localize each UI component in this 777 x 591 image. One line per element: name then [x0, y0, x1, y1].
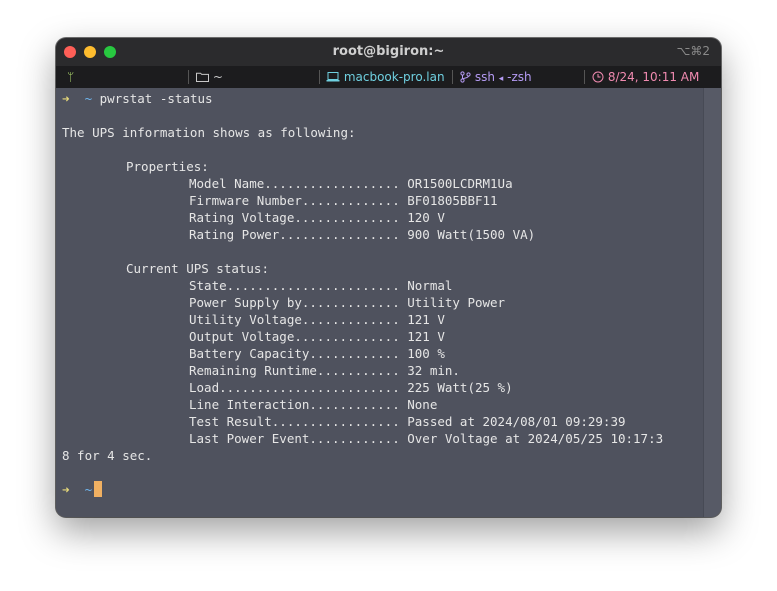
- status-label: Last Power Event............: [189, 431, 400, 446]
- status-dir-label: ~: [212, 70, 223, 84]
- prompt-dir: ~: [84, 482, 93, 497]
- property-value: OR1500LCDRM1Ua: [407, 176, 513, 191]
- folder-icon: [196, 72, 209, 82]
- property-value: BF01805BBF11: [407, 193, 498, 208]
- property-label: Rating Voltage..............: [189, 210, 400, 225]
- prompt-arrow-icon: ➜: [62, 91, 70, 106]
- status-value: 121 V: [407, 312, 445, 327]
- status-row: Load........................ 225 Watt(25…: [189, 379, 513, 396]
- laptop-icon: [326, 72, 340, 82]
- property-row: Rating Voltage.............. 120 V: [189, 209, 445, 226]
- status-label: State.......................: [189, 278, 400, 293]
- status-value: Normal: [407, 278, 453, 293]
- status-value: Over Voltage at 2024/05/25 10:17:3: [407, 431, 664, 446]
- status-row: Test Result................. Passed at 2…: [189, 413, 626, 430]
- status-job[interactable]: ssh ◂ -zsh: [460, 66, 532, 88]
- status-header: Current UPS status:: [126, 261, 269, 276]
- status-host[interactable]: macbook-pro.lan: [326, 66, 445, 88]
- status-row: State....................... Normal: [189, 277, 452, 294]
- status-row: Remaining Runtime........... 32 min.: [189, 362, 460, 379]
- property-label: Rating Power................: [189, 227, 400, 242]
- status-label: Line Interaction............: [189, 397, 400, 412]
- status-clock-label: 8/24, 10:11 AM: [607, 70, 700, 84]
- status-label: Remaining Runtime...........: [189, 363, 400, 378]
- status-clock: 8/24, 10:11 AM: [592, 66, 699, 88]
- terminal-output[interactable]: ➜ ~ pwrstat -status The UPS information …: [56, 88, 704, 517]
- status-value: Utility Power: [407, 295, 506, 310]
- git-icon: ᛘ: [67, 70, 75, 84]
- status-divider: [452, 70, 453, 84]
- status-value: None: [407, 397, 438, 412]
- status-row: Line Interaction............ None: [189, 396, 437, 413]
- status-row: Last Power Event............ Over Voltag…: [189, 430, 663, 447]
- wrapped-output: 8 for 4 sec.: [62, 448, 153, 463]
- status-dir[interactable]: ~: [196, 66, 223, 88]
- branch-icon: [460, 71, 471, 83]
- property-row: Model Name.................. OR1500LCDRM…: [189, 175, 513, 192]
- prompt-arrow-icon: ➜: [62, 482, 70, 497]
- status-value: 100 %: [407, 346, 445, 361]
- window-title: root@bigiron:~: [332, 44, 445, 59]
- status-job-shell: -zsh: [507, 70, 532, 84]
- status-value: 225 Watt(25 %): [407, 380, 513, 395]
- status-label: Power Supply by.............: [189, 295, 400, 310]
- command-line: ➜ ~ pwrstat -status: [62, 90, 213, 107]
- property-value: 900 Watt(1500 VA): [407, 227, 536, 242]
- property-row: Firmware Number............. BF01805BBF1…: [189, 192, 498, 209]
- property-value: 120 V: [407, 210, 445, 225]
- window-shortcut: ⌥⌘2: [676, 44, 710, 58]
- status-divider: [188, 70, 189, 84]
- status-value: Passed at 2024/08/01 09:29:39: [407, 414, 626, 429]
- command-text: pwrstat -status: [99, 91, 213, 106]
- status-row: Utility Voltage............. 121 V: [189, 311, 445, 328]
- status-row: Power Supply by............. Utility Pow…: [189, 294, 505, 311]
- status-job-command: ssh: [474, 70, 495, 84]
- property-label: Model Name..................: [189, 176, 400, 191]
- property-label: Firmware Number.............: [189, 193, 400, 208]
- status-bar: ᛘ ~ macbook-pro.lan ssh ◂ -zsh 8/24, 10:…: [56, 66, 721, 88]
- terminal-window[interactable]: root@bigiron:~ ⌥⌘2 ᛘ ~ macbook-pro.lan s…: [56, 38, 721, 517]
- scrollbar[interactable]: [703, 88, 721, 517]
- property-row: Rating Power................ 900 Watt(15…: [189, 226, 535, 243]
- status-divider: [584, 70, 585, 84]
- status-row: Battery Capacity............ 100 %: [189, 345, 445, 362]
- status-value: 121 V: [407, 329, 445, 344]
- status-job-arrow: ◂: [498, 74, 504, 84]
- status-row: Output Voltage.............. 121 V: [189, 328, 445, 345]
- status-value: 32 min.: [407, 363, 460, 378]
- status-label: Battery Capacity............: [189, 346, 400, 361]
- text-cursor: [94, 481, 103, 497]
- prompt-dir: ~: [84, 91, 93, 106]
- status-label: Output Voltage..............: [189, 329, 400, 344]
- status-label: Test Result.................: [189, 414, 400, 429]
- title-bar[interactable]: root@bigiron:~ ⌥⌘2: [56, 38, 721, 66]
- status-label: Load........................: [189, 380, 400, 395]
- status-divider: [319, 70, 320, 84]
- status-host-label: macbook-pro.lan: [343, 70, 445, 84]
- status-label: Utility Voltage.............: [189, 312, 400, 327]
- prompt-line[interactable]: ➜ ~: [62, 481, 103, 498]
- clock-icon: [592, 71, 604, 83]
- output-intro: The UPS information shows as following:: [62, 125, 356, 140]
- properties-header: Properties:: [126, 159, 209, 174]
